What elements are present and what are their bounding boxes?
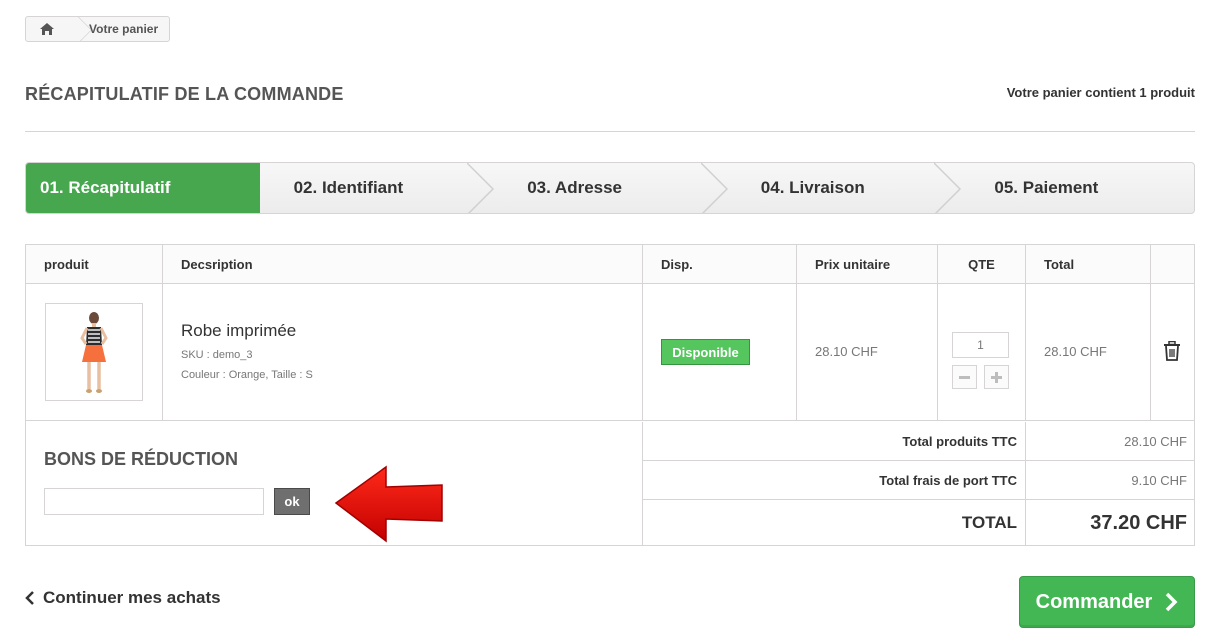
total-shipping-label: Total frais de port TTC (643, 461, 1026, 499)
voucher-input[interactable] (44, 488, 264, 515)
heading-divider (25, 131, 1195, 132)
breadcrumb: Votre panier (25, 16, 170, 42)
step-label: 03. Adresse (527, 178, 623, 197)
item-total: 28.10 CHF (1044, 344, 1107, 359)
step-shipping[interactable]: 04. Livraison (727, 163, 962, 213)
total-products-row: Total produits TTC 28.10 CHF (643, 422, 1195, 461)
step-address[interactable]: 03. Adresse (493, 163, 728, 213)
total-shipping-row: Total frais de port TTC 9.10 CHF (643, 461, 1195, 500)
quantity-increase-button[interactable] (984, 365, 1009, 389)
table-row: Robe imprimée SKU : demo_3 Couleur : Ora… (26, 284, 1194, 421)
voucher-section: BONS DE RÉDUCTION ok (26, 422, 643, 546)
minus-icon (959, 375, 970, 379)
total-shipping-value: 9.10 CHF (1131, 472, 1187, 488)
cart-table: produit Decsription Disp. Prix unitaire … (25, 244, 1195, 546)
quantity-input[interactable]: 1 (952, 332, 1009, 358)
step-label: 05. Paiement (994, 178, 1099, 197)
unit-price: 28.10 CHF (815, 344, 878, 359)
step-label: 01. Récapitulatif (40, 178, 171, 197)
total-products-value: 28.10 CHF (1124, 433, 1187, 449)
step-label: 04. Livraison (760, 178, 865, 197)
product-thumbnail[interactable] (45, 303, 143, 401)
availability-badge: Disponible (661, 339, 750, 365)
header-delete (1151, 245, 1195, 284)
unit-price-cell: 28.10 CHF (797, 284, 938, 421)
header-product: produit (26, 245, 163, 284)
product-image (80, 312, 108, 393)
home-icon (40, 23, 54, 35)
voucher-title: BONS DE RÉDUCTION (44, 449, 239, 469)
header-quantity: QTE (938, 245, 1026, 284)
voucher-ok-button[interactable]: ok (274, 488, 310, 515)
continue-shopping-link[interactable]: Continuer mes achats (25, 588, 221, 608)
page-title: RÉCAPITULATIF DE LA COMMANDE (25, 84, 344, 104)
product-image-cell (26, 284, 163, 421)
availability-cell: Disponible (643, 284, 797, 421)
step-login[interactable]: 02. Identifiant (260, 163, 495, 213)
order-button-label: Commander (1035, 590, 1153, 613)
grand-total-label: TOTAL (643, 500, 1026, 546)
product-sku: SKU : demo_3 (181, 349, 253, 361)
continue-shopping-label: Continuer mes achats (43, 588, 221, 607)
header-total: Total (1026, 245, 1151, 284)
quantity-cell: 1 (938, 284, 1026, 421)
cart-count: Votre panier contient 1 produit (1006, 85, 1195, 100)
product-name[interactable]: Robe imprimée (181, 321, 296, 341)
grand-total-value: 37.20 CHF (1090, 511, 1187, 534)
step-payment[interactable]: 05. Paiement (960, 163, 1194, 213)
grand-total-row: TOTAL 37.20 CHF (643, 500, 1195, 546)
header-availability: Disp. (643, 245, 797, 284)
breadcrumb-current: Votre panier (89, 22, 159, 36)
total-cell: 28.10 CHF (1026, 284, 1151, 421)
chevron-right-icon (1166, 592, 1178, 612)
header-unit-price: Prix unitaire (797, 245, 938, 284)
step-label: 02. Identifiant (293, 178, 404, 197)
order-button[interactable]: Commander (1019, 576, 1195, 628)
total-products-label: Total produits TTC (643, 422, 1026, 460)
header-description: Decsription (163, 245, 643, 284)
delete-cell (1151, 284, 1195, 421)
checkout-steps: 01. Récapitulatif 02. Identifiant 03. Ad… (25, 162, 1195, 214)
step-summary[interactable]: 01. Récapitulatif (26, 163, 260, 213)
plus-icon (991, 371, 1002, 383)
trash-icon[interactable] (1163, 341, 1181, 361)
product-attributes[interactable]: Couleur : Orange, Taille : S (181, 369, 313, 381)
chevron-left-icon (25, 591, 34, 605)
red-arrow-icon (334, 465, 443, 543)
product-description-cell: Robe imprimée SKU : demo_3 Couleur : Ora… (163, 284, 643, 421)
table-header: produit Decsription Disp. Prix unitaire … (26, 245, 1194, 284)
quantity-decrease-button[interactable] (952, 365, 977, 389)
